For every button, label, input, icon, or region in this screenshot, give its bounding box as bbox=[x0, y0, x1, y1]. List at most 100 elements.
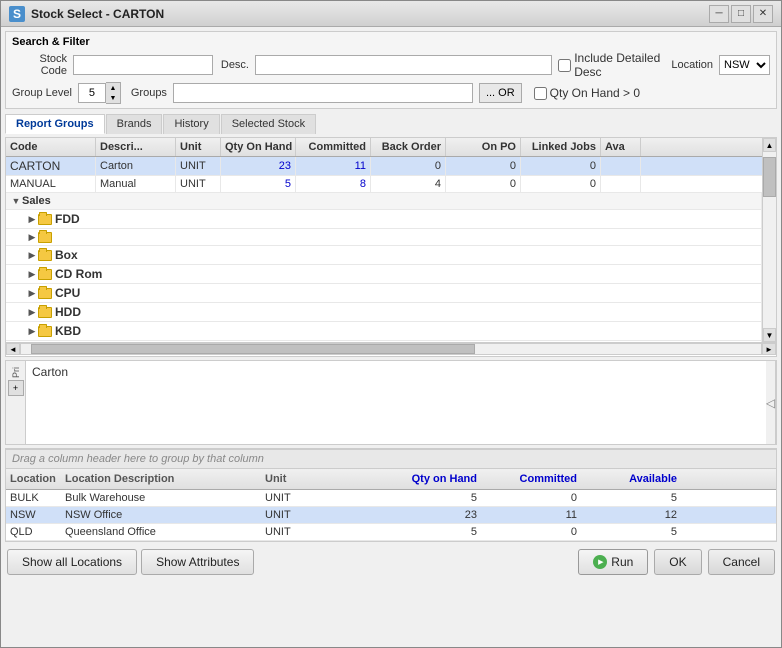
titlebar-left: S Stock Select - CARTON bbox=[9, 6, 164, 22]
stock-code-label: Stock Code bbox=[12, 53, 67, 77]
table-row[interactable]: ▼ Sales bbox=[6, 193, 762, 210]
run-button[interactable]: Run bbox=[578, 549, 648, 575]
loc-header-committed: Committed bbox=[481, 471, 581, 487]
header-backorder: Back Order bbox=[371, 138, 446, 156]
table-row[interactable]: ▶ HDD bbox=[6, 303, 762, 322]
loc-cell-committed: 11 bbox=[481, 507, 581, 523]
tree-toggle-sales[interactable]: ▼ bbox=[10, 195, 22, 207]
include-detailed-desc-checkbox[interactable] bbox=[558, 59, 571, 72]
preview-sidebar: Pri + bbox=[6, 361, 26, 444]
filter-section: Search & Filter Stock Code Desc. Include… bbox=[5, 31, 777, 109]
cell-tree-sales: ▼ Sales bbox=[6, 193, 762, 209]
header-qty: Qty On Hand bbox=[221, 138, 296, 156]
preview-content: Carton bbox=[26, 361, 766, 444]
include-detailed-desc-checkbox-label[interactable]: Include Detailed Desc bbox=[558, 51, 661, 79]
table-row[interactable]: ▶ FDD bbox=[6, 210, 762, 229]
ok-button[interactable]: OK bbox=[654, 549, 701, 575]
cancel-button[interactable]: Cancel bbox=[708, 549, 775, 575]
list-item[interactable]: BULK Bulk Warehouse UNIT 5 0 5 bbox=[6, 490, 776, 507]
grid-vscroll[interactable]: ▲ ▼ bbox=[762, 138, 776, 342]
tree-row-sales: ▼ Sales bbox=[10, 195, 51, 207]
hscroll-track bbox=[20, 343, 762, 355]
table-row[interactable]: CARTON Carton UNIT 23 11 0 0 0 bbox=[6, 157, 762, 176]
cell-tree-cdrom: ▶ CD Rom bbox=[6, 265, 762, 283]
tree-toggle-fdd[interactable]: ▶ bbox=[26, 213, 38, 225]
or-button[interactable]: ... OR bbox=[479, 83, 522, 103]
restore-button[interactable]: □ bbox=[731, 5, 751, 23]
tree-toggle-cpu[interactable]: ▶ bbox=[26, 287, 38, 299]
loc-cell-location: NSW bbox=[6, 507, 61, 523]
tab-brands[interactable]: Brands bbox=[106, 114, 163, 134]
tab-selected-stock[interactable]: Selected Stock bbox=[221, 114, 316, 134]
tab-report-groups[interactable]: Report Groups bbox=[5, 114, 105, 134]
preview-text: Carton bbox=[32, 365, 68, 379]
header-linked: Linked Jobs bbox=[521, 138, 601, 156]
filter-row-2: Group Level ▲ ▼ Groups ... OR Qty On Han… bbox=[12, 82, 770, 104]
tree-toggle-empty[interactable]: ▶ bbox=[26, 231, 38, 243]
hscroll-right[interactable]: ► bbox=[762, 343, 776, 355]
table-row[interactable]: ▶ KBD bbox=[6, 322, 762, 341]
hscroll-thumb[interactable] bbox=[31, 344, 475, 354]
vscroll-down[interactable]: ▼ bbox=[763, 328, 776, 342]
vscroll-up[interactable]: ▲ bbox=[763, 138, 776, 152]
app-icon: S bbox=[9, 6, 25, 22]
loc-header-qty: Qty on Hand bbox=[381, 471, 481, 487]
loc-cell-available: 12 bbox=[581, 507, 681, 523]
qty-on-hand-checkbox[interactable] bbox=[534, 87, 547, 100]
table-row[interactable]: ▶ Box bbox=[6, 246, 762, 265]
hscroll-left[interactable]: ◄ bbox=[6, 343, 20, 355]
qty-on-hand-checkbox-label[interactable]: Qty On Hand > 0 bbox=[534, 86, 640, 100]
desc-input[interactable] bbox=[255, 55, 552, 75]
show-attributes-button[interactable]: Show Attributes bbox=[141, 549, 254, 575]
spin-down-button[interactable]: ▼ bbox=[106, 93, 120, 103]
groups-input[interactable] bbox=[173, 83, 473, 103]
table-row[interactable]: ▶ CD Rom bbox=[6, 265, 762, 284]
header-code: Code bbox=[6, 138, 96, 156]
cell-tree-fdd: ▶ FDD bbox=[6, 210, 762, 228]
table-row[interactable]: ▶ bbox=[6, 229, 762, 246]
tree-toggle-hdd[interactable]: ▶ bbox=[26, 306, 38, 318]
preview-resize-handle[interactable]: ◁ bbox=[766, 361, 776, 444]
loc-cell-available: 5 bbox=[581, 490, 681, 506]
desc-label: Desc. bbox=[219, 59, 249, 71]
cell-tree-cpu: ▶ CPU bbox=[6, 284, 762, 302]
tabs: Report Groups Brands History Selected St… bbox=[5, 114, 777, 134]
table-row[interactable]: MANUAL Manual UNIT 5 8 4 0 0 bbox=[6, 176, 762, 193]
cell-code: MANUAL bbox=[6, 176, 96, 192]
bottom-left-buttons: Show all Locations Show Attributes bbox=[7, 549, 254, 575]
grid-hscroll-area: ◄ ► bbox=[6, 342, 776, 356]
run-icon bbox=[593, 555, 607, 569]
tree-toggle-cdrom[interactable]: ▶ bbox=[26, 268, 38, 280]
grid-header: Code Descri... Unit Qty On Hand Committe… bbox=[6, 138, 762, 157]
group-level-input[interactable] bbox=[78, 83, 106, 103]
stock-code-input[interactable] bbox=[73, 55, 213, 75]
location-select[interactable]: NSW ALL BULK QLD bbox=[719, 55, 770, 75]
cell-onpo: 0 bbox=[446, 176, 521, 192]
cell-committed: 8 bbox=[296, 176, 371, 192]
preview-add-button[interactable]: + bbox=[8, 380, 24, 396]
vscroll-thumb[interactable] bbox=[763, 157, 776, 197]
header-ava: Ava bbox=[601, 138, 641, 156]
bottom-right-buttons: Run OK Cancel bbox=[578, 549, 775, 575]
tree-toggle-kbd[interactable]: ▶ bbox=[26, 325, 38, 337]
show-all-locations-button[interactable]: Show all Locations bbox=[7, 549, 137, 575]
spin-up-button[interactable]: ▲ bbox=[106, 83, 120, 93]
folder-icon-cdrom bbox=[38, 269, 52, 280]
loc-cell-desc: NSW Office bbox=[61, 507, 261, 523]
close-button[interactable]: ✕ bbox=[753, 5, 773, 23]
tree-toggle-box[interactable]: ▶ bbox=[26, 249, 38, 261]
spin-buttons: ▲ ▼ bbox=[106, 82, 121, 104]
folder-icon-cpu bbox=[38, 288, 52, 299]
minimize-button[interactable]: ─ bbox=[709, 5, 729, 23]
cell-desc: Carton bbox=[96, 157, 176, 175]
table-row[interactable]: ▶ CPU bbox=[6, 284, 762, 303]
list-item[interactable]: NSW NSW Office UNIT 23 11 12 bbox=[6, 507, 776, 524]
cell-ava bbox=[601, 176, 641, 192]
locations-section: Drag a column header here to group by th… bbox=[5, 448, 777, 542]
groups-label: Groups bbox=[127, 87, 167, 99]
tab-history[interactable]: History bbox=[163, 114, 219, 134]
list-item[interactable]: QLD Queensland Office UNIT 5 0 5 bbox=[6, 524, 776, 541]
cell-tree-kbd: ▶ KBD bbox=[6, 322, 762, 340]
titlebar-controls: ─ □ ✕ bbox=[709, 5, 773, 23]
preview-area: Pri + Carton ◁ bbox=[5, 360, 777, 445]
